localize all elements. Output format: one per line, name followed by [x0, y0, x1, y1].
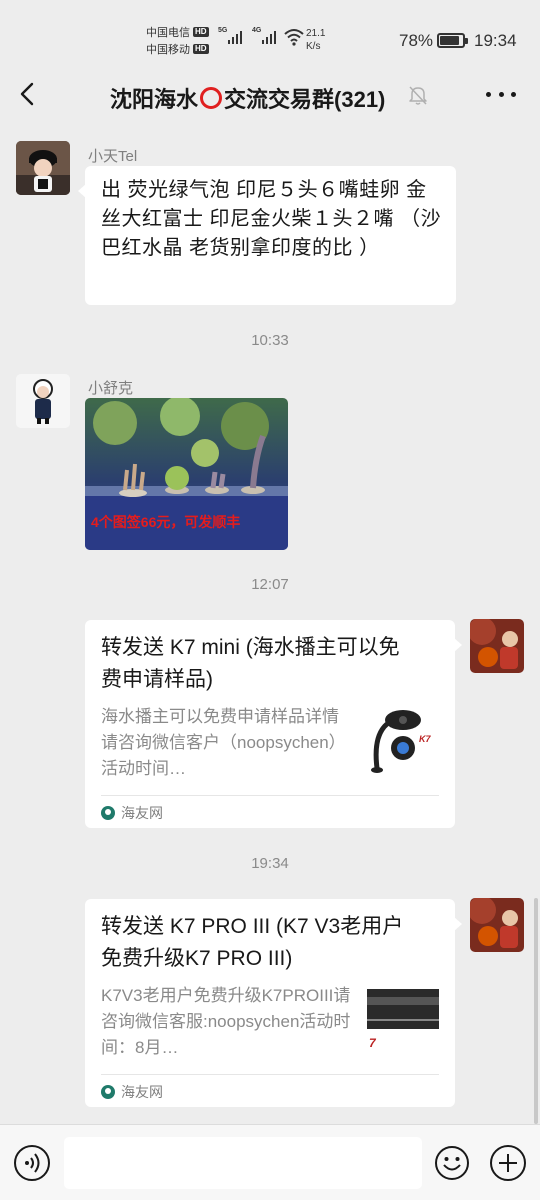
card-divider	[101, 1074, 439, 1075]
red-circle-emoji-icon	[200, 87, 223, 109]
hd-badge: HD	[193, 27, 209, 37]
carrier-1: 中国电信 HD	[146, 24, 209, 40]
hd-badge: HD	[193, 44, 209, 54]
signal-icon: 5G	[218, 27, 242, 44]
source-icon	[101, 1085, 115, 1099]
mute-icon	[409, 86, 427, 105]
image-message[interactable]: 4个图签66元，可发顺丰	[85, 398, 288, 550]
voice-icon	[25, 1153, 40, 1173]
status-bar: 中国电信 HD 中国移动 HD 5G 4G 21.1 K/s 78% 19:34	[0, 0, 540, 64]
link-card[interactable]: 转发送 K7 PRO III (K7 V3老用户免费升级K7 PRO III) …	[85, 899, 462, 1107]
card-description: K7V3老用户免费升级K7PROIII请咨询微信客服:noopsychen活动时…	[101, 986, 351, 1057]
speed-value: 21.1	[306, 28, 326, 39]
card-source-label: 海友网	[121, 805, 163, 821]
sender-name: 小天Tel	[88, 148, 138, 165]
card-divider	[101, 795, 439, 796]
network-type-1: 5G	[218, 27, 228, 34]
card-title: 转发送 K7 mini (海水播主可以免费申请样品)	[101, 636, 400, 691]
image-caption: 4个图签66元，可发顺丰	[91, 514, 241, 530]
time-divider: 12:07	[251, 576, 289, 593]
card-source: 海友网	[101, 803, 163, 823]
card-thumbnail: K7	[367, 706, 439, 778]
signal-icon: 4G	[252, 27, 276, 44]
source-icon	[101, 806, 115, 820]
carrier-2: 中国移动 HD	[146, 41, 209, 57]
svg-text:K7: K7	[419, 734, 431, 744]
avatar[interactable]	[470, 619, 524, 673]
more-icon[interactable]	[486, 82, 516, 106]
carrier-1-label: 中国电信	[146, 27, 190, 39]
voice-button[interactable]	[14, 1145, 50, 1181]
emoji-icon[interactable]	[434, 1145, 470, 1181]
scrollbar[interactable]	[534, 898, 538, 1124]
card-source-label: 海友网	[121, 1084, 163, 1100]
battery-icon	[437, 33, 468, 48]
chat-title-part2: 交流交易群(321)	[224, 87, 386, 112]
link-card[interactable]: 转发送 K7 mini (海水播主可以免费申请样品) 海水播主可以免费申请样品详…	[85, 620, 462, 828]
card-description: 海水播主可以免费申请样品详情请咨询微信客户（noopsychen）活动时间…	[101, 707, 346, 778]
network-type-2: 4G	[252, 27, 262, 34]
plus-icon[interactable]	[490, 1145, 526, 1181]
card-title: 转发送 K7 PRO III (K7 V3老用户免费升级K7 PRO III)	[101, 915, 404, 970]
message-bubble[interactable]: 出 荧光绿气泡 印尼５头６嘴蛙卵 金丝大红富士 印尼金火柴１头２嘴 （沙巴红水晶…	[78, 166, 456, 305]
battery-percent: 78%	[399, 31, 434, 50]
avatar[interactable]	[16, 374, 70, 428]
time-divider: 10:33	[251, 332, 289, 349]
chat-header: 沈阳海水 交流交易群(321)	[0, 64, 540, 124]
avatar[interactable]	[16, 141, 70, 195]
card-source: 海友网	[101, 1082, 163, 1102]
card-thumbnail: 7	[367, 989, 439, 1061]
message-input[interactable]	[64, 1137, 422, 1189]
input-bar	[0, 1124, 540, 1200]
network-speed: 21.1 K/s	[306, 27, 325, 53]
chat-title-part1: 沈阳海水	[110, 87, 199, 112]
speed-unit: K/s	[306, 41, 321, 52]
carrier-2-label: 中国移动	[146, 44, 190, 56]
time-divider: 19:34	[251, 855, 289, 872]
battery-fill	[440, 36, 459, 45]
back-icon[interactable]	[14, 80, 42, 108]
chat-title: 沈阳海水 交流交易群(321)	[110, 82, 385, 114]
avatar[interactable]	[470, 898, 524, 952]
wifi-icon	[284, 29, 304, 46]
sender-name: 小舒克	[88, 380, 134, 397]
status-time: 19:34	[474, 31, 517, 50]
message-text: 出 荧光绿气泡 印尼５头６嘴蛙卵 金丝大红富士 印尼金火柴１头２嘴 （沙巴红水晶…	[101, 179, 442, 259]
